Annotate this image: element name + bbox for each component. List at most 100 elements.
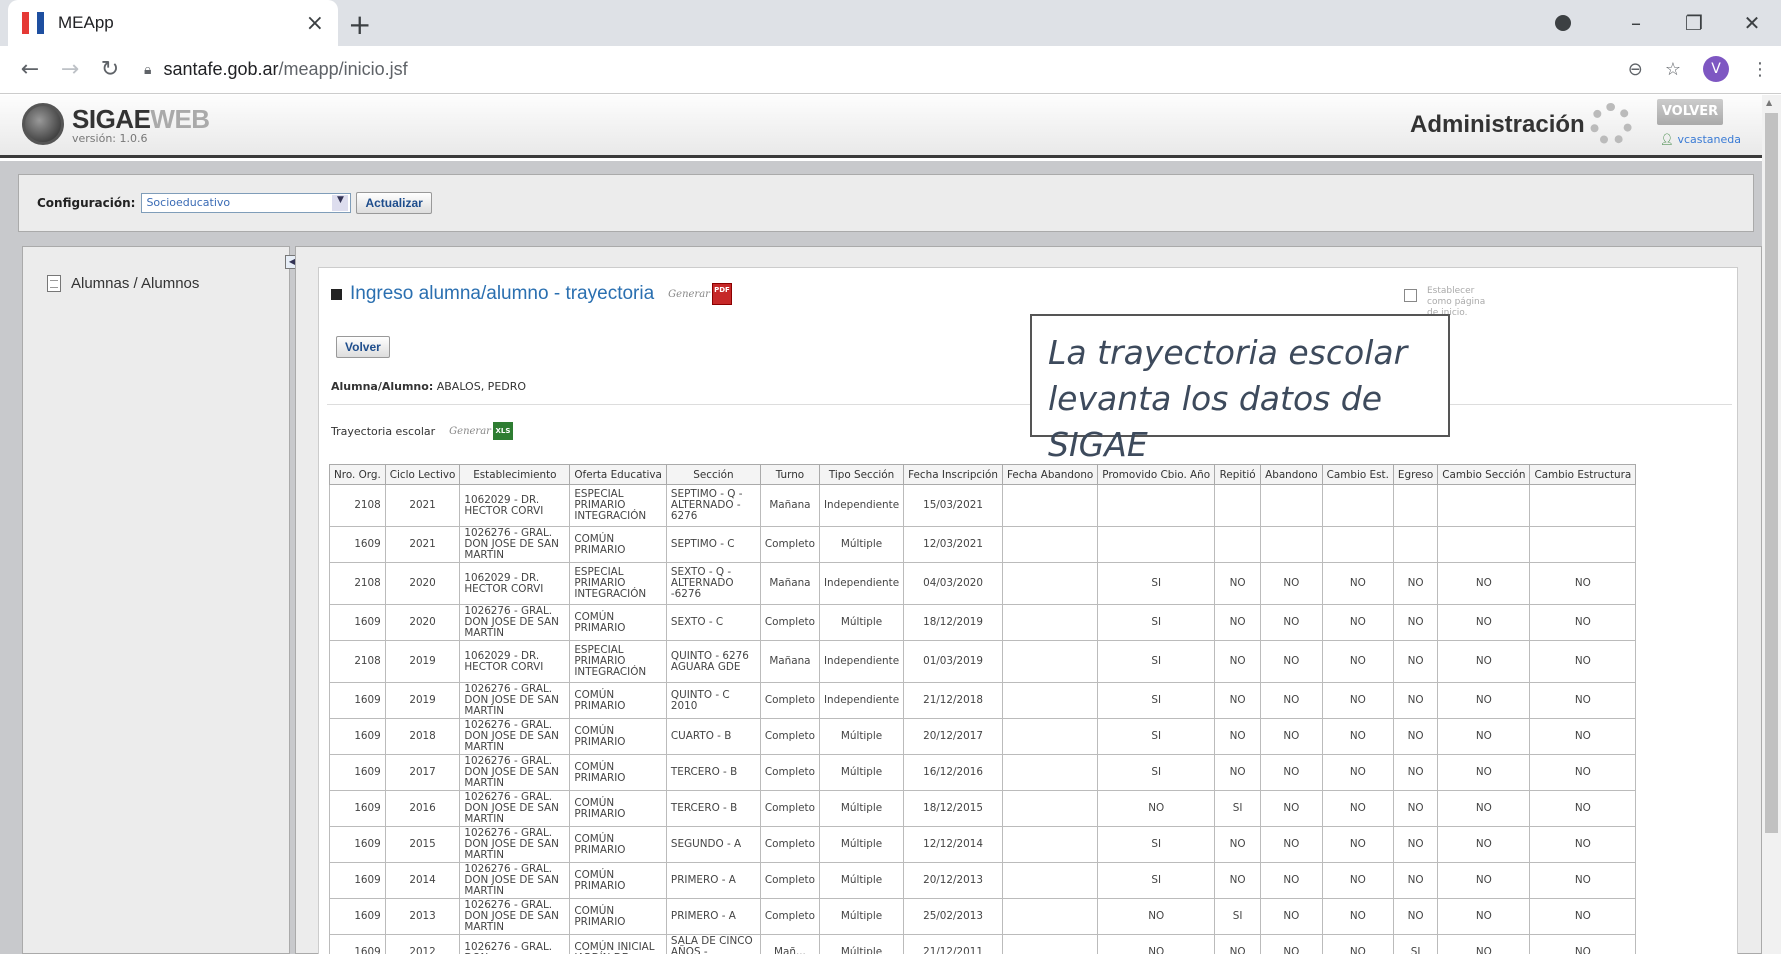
table-cell — [1529, 484, 1637, 527]
table-cell: 2019 — [384, 682, 461, 719]
minimize-button[interactable]: – — [1607, 11, 1665, 35]
table-cell: NO — [1214, 682, 1262, 719]
table-cell: NO — [1392, 862, 1439, 899]
table-cell: Completo — [759, 862, 820, 899]
address-bar: ← → ↻ 🔒︎ santafe.gob.ar/meapp/inicio.jsf… — [0, 46, 1781, 94]
table-cell: 21/12/2018 — [903, 682, 1003, 719]
table-cell — [1437, 526, 1531, 563]
pdf-icon[interactable]: PDF — [711, 283, 732, 305]
table-cell: 2021 — [384, 484, 461, 527]
column-header: Oferta Educativa — [569, 464, 667, 485]
table-cell: Múltiple — [818, 718, 905, 755]
lock-icon[interactable]: 🔒︎ — [144, 62, 151, 78]
table-cell: SEGUNDO - A — [665, 826, 761, 863]
xls-icon[interactable]: XLS — [492, 422, 513, 440]
tab-close-icon[interactable]: × — [306, 11, 324, 36]
annotation-callout: La trayectoria escolar levanta los datos… — [1030, 314, 1450, 464]
reload-icon[interactable]: ↻ — [90, 57, 130, 82]
set-home-checkbox[interactable] — [1404, 289, 1417, 302]
table-cell: NO — [1392, 682, 1439, 719]
student-label: Alumna/Alumno: — [331, 380, 434, 393]
url-field[interactable]: santafe.gob.ar/meapp/inicio.jsf — [163, 59, 407, 80]
table-cell: NO — [1321, 682, 1394, 719]
sidebar-item-alumnos[interactable]: Alumnas / Alumnos — [47, 275, 289, 292]
table-cell: 1026276 - GRAL. DON JOSE DE SAN MARTIN — [459, 862, 571, 899]
table-cell: 1026276 - GRAL. DON JOSE DE SAN MARTIN — [459, 526, 571, 563]
scroll-up-icon[interactable]: ▲ — [1766, 98, 1772, 107]
table-cell: Mañana — [759, 484, 820, 527]
table-cell: Independiente — [818, 640, 905, 683]
table-row: 2108 2019 1062029 - DR. HECTOR CORVI ESPECI… — [329, 640, 1637, 683]
avatar[interactable]: V — [1703, 56, 1729, 82]
table-cell: NO — [1437, 682, 1531, 719]
table-cell: 1062029 - DR. HECTOR CORVI — [459, 640, 571, 683]
table-cell: SI — [1097, 718, 1216, 755]
chevron-down-icon[interactable]: ▼ — [332, 195, 349, 211]
table-cell: NO — [1321, 640, 1394, 683]
table-row: 1609 2018 1026276 - GRAL. DON JOSE DE SAN … — [329, 718, 1637, 755]
sidebar-item-label: Alumnas / Alumnos — [71, 275, 200, 292]
generate-xls-label[interactable]: Generar — [449, 426, 491, 437]
table-cell: 20/12/2017 — [903, 718, 1003, 755]
table-row: 1609 2014 1026276 - GRAL. DON JOSE DE SAN … — [329, 862, 1637, 899]
table-cell: SI — [1214, 790, 1262, 827]
logo-icon — [22, 103, 64, 145]
table-cell: NO — [1321, 826, 1394, 863]
table-cell: 1609 — [329, 826, 386, 863]
table-cell: NO — [1260, 562, 1323, 605]
table-cell: Múltiple — [818, 526, 905, 563]
browser-tab[interactable]: MEApp × — [8, 0, 338, 46]
table-cell: Completo — [759, 754, 820, 791]
forward-arrow-icon[interactable]: → — [50, 57, 90, 82]
record-icon[interactable] — [1555, 15, 1571, 31]
table-cell: 2020 — [384, 562, 461, 605]
table-cell: Independiente — [818, 562, 905, 605]
generate-pdf-label[interactable]: Generar — [668, 289, 710, 300]
table-cell: 1609 — [329, 790, 386, 827]
table-row: 1609 2020 1026276 - GRAL. DON JOSE DE SAN … — [329, 604, 1637, 641]
table-cell: NO — [1437, 754, 1531, 791]
table-cell: SEXTO - C — [665, 604, 761, 641]
volver-top-button[interactable]: VOLVER — [1657, 99, 1723, 125]
table-cell: 2016 — [384, 790, 461, 827]
menu-dots-icon[interactable]: ⋮ — [1751, 59, 1769, 80]
table-cell: SI — [1214, 898, 1262, 935]
table-cell: NO — [1529, 826, 1637, 863]
new-tab-button[interactable]: + — [348, 8, 371, 41]
table-cell: 1062029 - DR. HECTOR CORVI — [459, 484, 571, 527]
callout-line-2: levanta los datos de SIGAE — [1048, 379, 1383, 464]
table-cell: NO — [1214, 718, 1262, 755]
table-cell: SI — [1097, 604, 1216, 641]
maximize-button[interactable]: ❐ — [1665, 11, 1723, 35]
close-window-button[interactable]: ✕ — [1723, 11, 1781, 35]
main-area: Alumnas / Alumnos ◀ Ingreso alumna/alumn… — [0, 246, 1762, 954]
table-cell: NO — [1214, 754, 1262, 791]
table-cell: 1026276 - GRAL. DON JOSE DE SAN MARTIN — [459, 682, 571, 719]
table-cell: NO — [1214, 640, 1262, 683]
update-button[interactable]: Actualizar — [356, 192, 432, 214]
table-cell: NO — [1214, 934, 1262, 954]
table-cell: NO — [1529, 754, 1637, 791]
user-link[interactable]: 👤︎ vcastaneda — [1660, 133, 1741, 146]
config-select[interactable]: Socioeducativo ▼ — [141, 193, 352, 213]
scrollbar-thumb[interactable] — [1765, 113, 1778, 833]
table-cell — [1321, 484, 1394, 527]
table-cell — [1001, 484, 1099, 527]
table-cell: ESPECIAL PRIMARIO INTEGRACIÓN — [569, 640, 667, 683]
page-scrollbar[interactable]: ▲ — [1762, 95, 1781, 954]
trajectory-header: Trayectoria escolar Generar XLS — [331, 422, 513, 440]
table-cell — [1260, 484, 1323, 527]
table-cell: COMÚN PRIMARIO — [569, 826, 667, 863]
table-cell: NO — [1437, 790, 1531, 827]
table-cell — [1392, 484, 1439, 527]
logo: SIGAEWEB versión: 1.0.6 — [22, 103, 210, 145]
back-arrow-icon[interactable]: ← — [10, 57, 50, 82]
back-button[interactable]: Volver — [336, 336, 390, 358]
star-icon[interactable]: ☆ — [1665, 59, 1681, 80]
table-cell: SEPTIMO - Q - ALTERNADO - 6276 — [665, 484, 761, 527]
column-header: Cambio Estructura — [1529, 464, 1637, 485]
table-cell: SEPTIMO - C — [665, 526, 761, 563]
table-cell: NO — [1392, 604, 1439, 641]
table-cell: NO — [1392, 754, 1439, 791]
zoom-icon[interactable]: ⊖ — [1628, 59, 1643, 80]
